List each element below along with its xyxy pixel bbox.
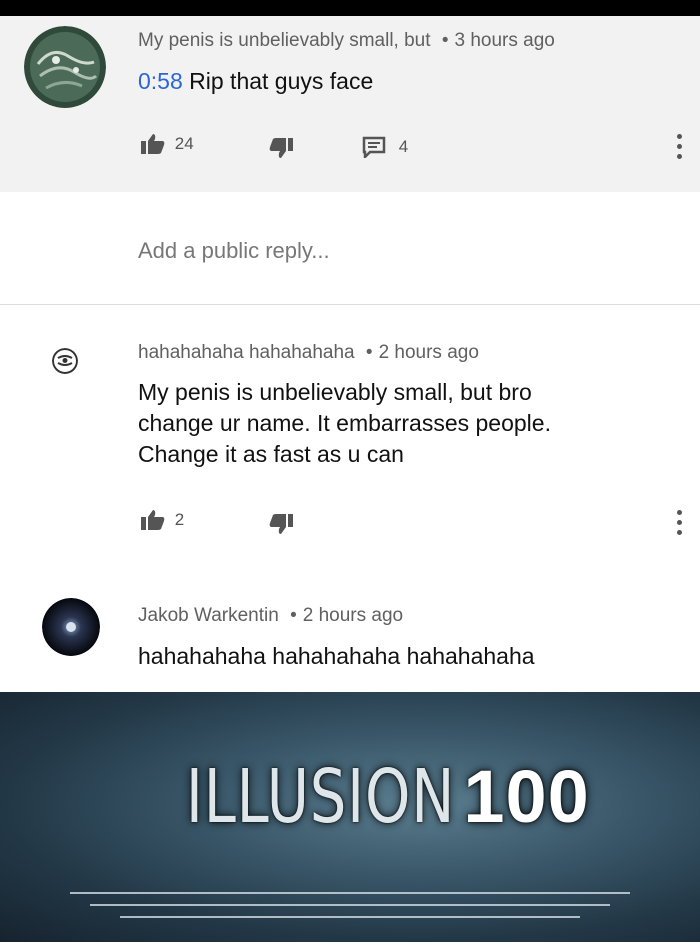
banner-skill-name: ILLUSION: [186, 754, 456, 840]
skill-banner: ILLUSION 100: [0, 692, 700, 942]
comment-author[interactable]: My penis is unbelievably small, but: [138, 30, 431, 51]
avatar[interactable]: [24, 26, 106, 108]
comment-time: 2 hours ago: [378, 342, 479, 363]
reply-icon: [362, 136, 386, 161]
comment-text-line: change ur name. It embarrasses people.: [138, 410, 551, 436]
comment-meta: My penis is unbelievably small, but • 3 h…: [138, 30, 555, 52]
comment-meta: Jakob Warkentin • 2 hours ago: [138, 605, 403, 627]
reply-count: 4: [398, 137, 409, 156]
thumbs-down-icon: [269, 514, 293, 534]
divider: [0, 304, 700, 305]
thumbs-up-icon: [141, 510, 165, 530]
like-count: 2: [174, 510, 185, 529]
avatar[interactable]: [42, 598, 100, 656]
comment-text: 0:58 Rip that guys face: [138, 66, 373, 97]
comment-author[interactable]: hahahahaha hahahahaha: [138, 342, 355, 363]
comment-time: 3 hours ago: [454, 30, 555, 51]
comment-time: 2 hours ago: [302, 605, 404, 626]
dislike-button[interactable]: [268, 513, 294, 540]
comment-text-line: My penis is unbelievably small, but bro: [138, 379, 532, 405]
avatar[interactable]: [52, 348, 78, 374]
reply-count-button[interactable]: 4: [362, 136, 409, 161]
banner-rule: [70, 892, 630, 894]
comment-meta: hahahahaha hahahahaha • 2 hours ago: [138, 342, 479, 364]
banner-rule: [90, 904, 610, 906]
more-vert-icon[interactable]: [675, 510, 683, 540]
separator-dot: •: [290, 605, 297, 626]
thumbs-down-icon: [269, 138, 293, 158]
comment-text-body: Rip that guys face: [189, 68, 374, 94]
like-button[interactable]: 24: [140, 133, 194, 155]
comment-text-line: Change it as fast as u can: [138, 441, 404, 467]
banner-rule: [120, 916, 580, 918]
separator-dot: •: [365, 342, 373, 363]
comment-text: My penis is unbelievably small, but bro …: [138, 377, 551, 470]
dislike-button[interactable]: [268, 137, 294, 164]
reply-input[interactable]: Add a public reply...: [138, 238, 330, 264]
like-button[interactable]: 2: [140, 509, 184, 531]
timestamp-link[interactable]: 0:58: [138, 68, 183, 94]
comment-author[interactable]: Jakob Warkentin: [138, 605, 279, 626]
like-count: 24: [174, 134, 194, 153]
thumbs-up-icon: [141, 134, 165, 154]
comment-text-body: hahahahaha hahahahaha hahahahaha: [138, 643, 535, 669]
more-vert-icon[interactable]: [675, 134, 683, 164]
banner-skill-level: 100: [463, 755, 590, 838]
comment-text: hahahahaha hahahahaha hahahahaha: [138, 641, 535, 672]
top-bar: [0, 0, 700, 16]
banner-title: ILLUSION 100: [0, 754, 700, 840]
separator-dot: •: [441, 30, 449, 51]
